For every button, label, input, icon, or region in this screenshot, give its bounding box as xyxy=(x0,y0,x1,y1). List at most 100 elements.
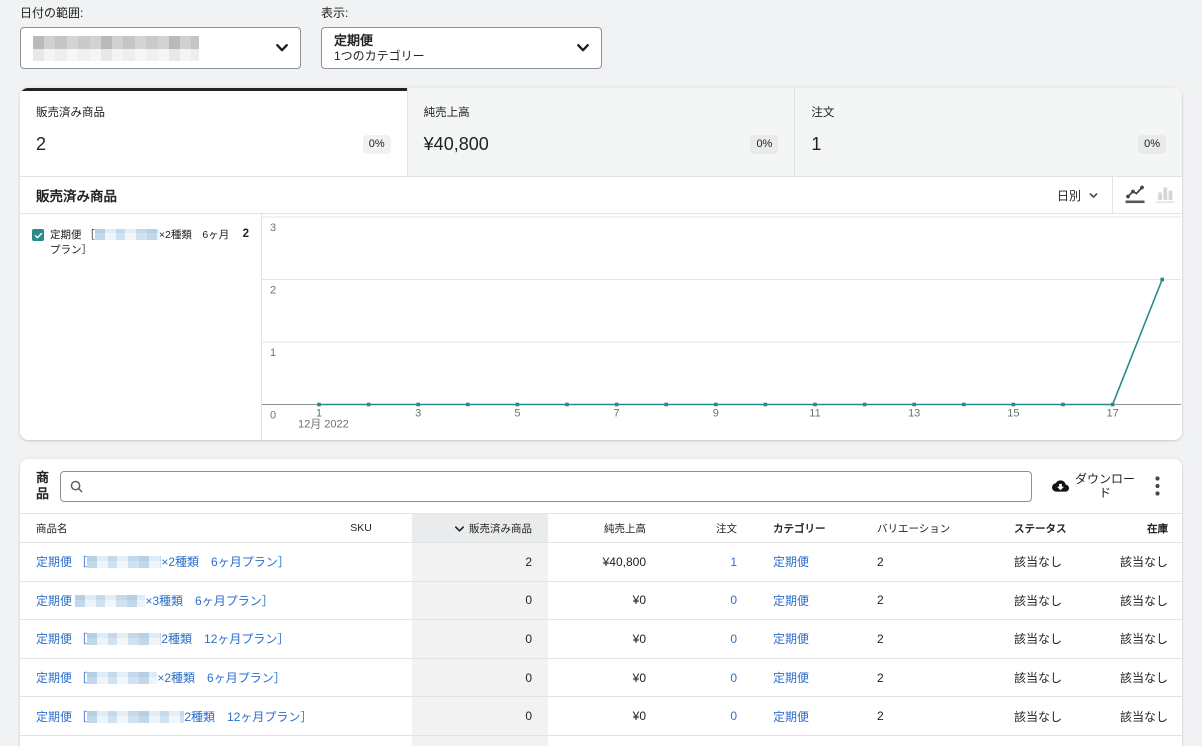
col-header-inventory[interactable]: 在庫 xyxy=(1078,514,1182,543)
svg-text:1: 1 xyxy=(270,347,276,359)
date-range-select[interactable] xyxy=(20,27,301,69)
category-link[interactable]: 定期便 xyxy=(773,632,809,646)
granularity-dropdown[interactable]: 日別 xyxy=(1044,177,1112,213)
product-link[interactable]: 定期便 ×3種類 6ヶ月プラン］ xyxy=(36,594,274,608)
bar-chart-toggle[interactable] xyxy=(1150,177,1180,213)
line-chart-svg: 0123135791113151712月 2022 xyxy=(262,214,1181,440)
cell-product-name: 定期便 ×3種類 6ヶ月プラン］ xyxy=(20,581,310,620)
cell-orders: 0 xyxy=(662,735,753,746)
products-table: 商品名 SKU 販売済み商品 純売上高 注文 カテゴリー バリエーション ステー… xyxy=(20,513,1182,746)
cell-category: 定期便 xyxy=(753,543,861,582)
cell-items-sold: 0 xyxy=(412,620,548,659)
cell-net-sales: ¥0 xyxy=(548,658,662,697)
cell-category: 定期便 xyxy=(753,697,861,736)
cell-product-name: 定期便 ［2種類 12ヶ月プラン］ xyxy=(20,697,310,736)
cell-net-sales: ¥0 xyxy=(548,581,662,620)
svg-text:3: 3 xyxy=(270,222,276,234)
cell-sku xyxy=(310,735,412,746)
table-title: 商品 xyxy=(36,470,52,502)
cell-sku xyxy=(310,697,412,736)
product-link[interactable]: 定期便 ［×2種類 6ヶ月プラン］ xyxy=(36,555,290,569)
product-link[interactable]: 定期便 ［2種類 12ヶ月プラン］ xyxy=(36,632,289,646)
cell-product-name: 定期便 ［×2種類 6ヶ月プラン］ xyxy=(20,658,310,697)
bar-chart-icon xyxy=(1155,184,1175,206)
category-link[interactable]: 定期便 xyxy=(773,555,809,569)
check-icon xyxy=(34,231,43,240)
col-header-variations[interactable]: バリエーション xyxy=(861,514,998,543)
cell-status: 該当なし xyxy=(998,581,1078,620)
tab-items-sold[interactable]: 販売済み商品 2 0% xyxy=(20,88,407,176)
category-link[interactable]: 定期便 xyxy=(773,594,809,608)
cell-net-sales: ¥0 xyxy=(548,697,662,736)
orders-link[interactable]: 0 xyxy=(730,632,737,646)
cell-items-sold: 0 xyxy=(412,735,548,746)
cell-items-sold: 2 xyxy=(412,543,548,582)
svg-text:15: 15 xyxy=(1007,408,1019,420)
cell-product-name: 定期便 ［2種類 12ヶ月プラン］ xyxy=(20,620,310,659)
search-box xyxy=(60,471,1032,502)
cell-net-sales: ¥0 xyxy=(548,735,662,746)
cell-category: 定期便 xyxy=(753,620,861,659)
orders-link[interactable]: 0 xyxy=(730,593,737,607)
cell-variations: 2 xyxy=(861,735,998,746)
col-header-sku[interactable]: SKU xyxy=(310,514,412,543)
date-range-filter: 日付の範囲: xyxy=(20,6,301,69)
view-select-value: 定期便 xyxy=(334,33,373,48)
orders-link[interactable]: 0 xyxy=(730,709,737,723)
col-header-status[interactable]: ステータス xyxy=(998,514,1078,543)
col-header-category[interactable]: カテゴリー xyxy=(753,514,861,543)
cell-status: 該当なし xyxy=(998,697,1078,736)
tab-orders[interactable]: 注文 1 0% xyxy=(794,88,1182,176)
chart-header: 販売済み商品 日別 xyxy=(20,177,1182,214)
analytics-page: 日付の範囲: 表示: 定期便 1つのカテゴリー 販売済み商品 2 xyxy=(0,0,1202,746)
redacted-product-name xyxy=(87,556,161,568)
col-header-product-name[interactable]: 商品名 xyxy=(20,514,310,543)
table-row: 定期便 ［2種類 12ヶ月プラン］0¥00定期便2該当なし該当なし xyxy=(20,697,1182,736)
category-link[interactable]: 定期便 xyxy=(773,671,809,685)
view-select[interactable]: 定期便 1つのカテゴリー xyxy=(321,27,602,69)
orders-link[interactable]: 1 xyxy=(730,555,737,569)
line-chart-toggle[interactable] xyxy=(1120,177,1150,213)
cell-variations: 2 xyxy=(861,543,998,582)
category-link[interactable]: 定期便 xyxy=(773,710,809,724)
tab-net-sales[interactable]: 純売上高 ¥40,800 0% xyxy=(407,88,795,176)
sales-analytics-card: 販売済み商品 2 0% 純売上高 ¥40,800 0% 注文 1 0% xyxy=(20,88,1182,440)
cell-status: 該当なし xyxy=(998,735,1078,746)
more-actions-button[interactable] xyxy=(1147,476,1167,496)
svg-text:7: 7 xyxy=(614,408,620,420)
redacted-product-name xyxy=(87,711,184,723)
table-row: 定期便 ［×2種類 6ヶ月プラン］0¥00定期便2該当なし該当なし xyxy=(20,658,1182,697)
search-input[interactable] xyxy=(90,479,1023,494)
line-chart: 0123135791113151712月 2022 xyxy=(262,214,1182,440)
svg-text:5: 5 xyxy=(514,408,520,420)
chart-legend-panel: 定期便 ［×2種類 6ヶ月プラン］ 2 xyxy=(20,214,262,440)
cell-inventory: 該当なし xyxy=(1078,735,1182,746)
col-header-net-sales[interactable]: 純売上高 xyxy=(548,514,662,543)
cell-inventory: 該当なし xyxy=(1078,697,1182,736)
legend-count: 2 xyxy=(243,228,249,240)
line-chart-icon xyxy=(1125,184,1145,206)
col-header-orders[interactable]: 注文 xyxy=(662,514,753,543)
product-link[interactable]: 定期便 ［2種類 12ヶ月プラン］ xyxy=(36,710,310,724)
legend-item[interactable]: 定期便 ［×2種類 6ヶ月プラン］ 2 xyxy=(32,228,249,258)
svg-text:9: 9 xyxy=(713,408,719,420)
metric-value: 2 xyxy=(36,134,363,154)
cell-inventory: 該当なし xyxy=(1078,581,1182,620)
svg-text:2: 2 xyxy=(270,285,276,297)
chart-title: 販売済み商品 xyxy=(36,185,117,205)
svg-text:17: 17 xyxy=(1106,408,1118,420)
download-button[interactable]: ダウンロード xyxy=(1052,472,1135,500)
cell-inventory: 該当なし xyxy=(1078,543,1182,582)
orders-link[interactable]: 0 xyxy=(730,671,737,685)
col-header-items-sold[interactable]: 販売済み商品 xyxy=(412,514,548,543)
table-row: 定期便 ［2種類 12ヶ月プラン］0¥00定期便2該当なし該当なし xyxy=(20,620,1182,659)
legend-checkbox[interactable] xyxy=(32,229,44,241)
svg-text:3: 3 xyxy=(415,408,421,420)
cell-items-sold: 0 xyxy=(412,581,548,620)
product-link[interactable]: 定期便 ［×2種類 6ヶ月プラン］ xyxy=(36,671,286,685)
cell-variations: 2 xyxy=(861,658,998,697)
cell-category: 定期便 xyxy=(753,581,861,620)
kebab-menu-icon xyxy=(1155,476,1160,496)
chevron-down-icon xyxy=(577,44,589,52)
cell-variations: 2 xyxy=(861,581,998,620)
